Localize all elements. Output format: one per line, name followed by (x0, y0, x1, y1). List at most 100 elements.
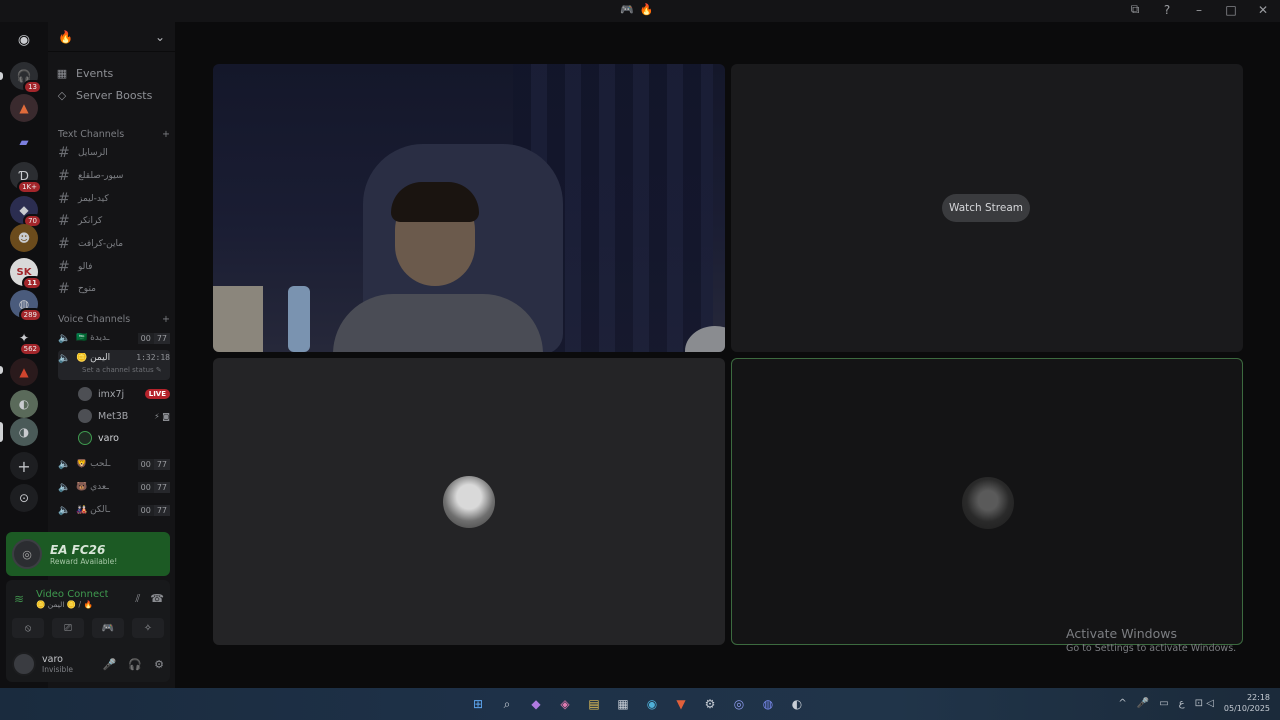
signal-icon[interactable]: ≋ (14, 592, 30, 606)
speaker-icon: 🔈 (58, 481, 71, 493)
voice-channel[interactable]: 🔈 🇸🇦 ـديدة 00 77 (58, 328, 170, 348)
avatar (443, 476, 495, 528)
voice-member[interactable]: imx7j LIVE (78, 384, 170, 404)
watch-stream-button[interactable]: Watch Stream (942, 194, 1030, 222)
copilot-icon[interactable]: ◆ (526, 694, 546, 714)
guild-header[interactable]: 🔥 ⌄ (48, 22, 175, 52)
server-icon[interactable]: 🎧 13 (10, 62, 42, 94)
settings-gear-icon[interactable]: ⚙ (154, 658, 164, 671)
server-icon[interactable]: ✦ 562 (10, 324, 42, 356)
help-icon[interactable]: ? (1158, 3, 1176, 17)
server-glyph: ▰ (19, 135, 29, 149)
server-icon[interactable]: SK 11 (10, 258, 42, 290)
camera-tile[interactable] (213, 64, 725, 352)
channel-status[interactable]: Set a channel status ✎ (82, 366, 162, 374)
clock[interactable]: 22:18 05/10/2025 (1224, 692, 1270, 714)
user-max: 77 (153, 332, 170, 344)
server-icon[interactable]: ▲ (10, 358, 38, 386)
channel-name: متوح (78, 284, 96, 294)
start-icon[interactable]: ⊞ (468, 694, 488, 714)
settings-icon[interactable]: ⚙ (700, 694, 720, 714)
stream-tile[interactable]: Watch Stream (731, 64, 1243, 352)
avatar (78, 431, 92, 445)
voice-member[interactable]: varo (78, 428, 170, 448)
store-icon[interactable]: ▦ (613, 694, 633, 714)
screen-share-button[interactable]: ⎚ (52, 618, 84, 638)
microphone-icon[interactable]: 🎤 (103, 658, 117, 671)
voice-channel[interactable]: 🔈 🐻 ـعدي 00 77 (58, 477, 170, 497)
display-tray-icon[interactable]: ▭ (1159, 698, 1168, 709)
user-count: 00 (137, 332, 154, 344)
participant-tile[interactable] (213, 358, 725, 645)
minimize-button[interactable]: – (1190, 3, 1208, 17)
discord-home-icon[interactable]: ◉ (10, 26, 38, 54)
mention-badge: 11 (22, 276, 42, 290)
user-max: 77 (153, 504, 170, 516)
text-channel[interactable]: # كيد-ليمز (58, 189, 168, 209)
connection-channel[interactable]: 🪙 اليمن 🪙 / 🔥 (36, 600, 108, 609)
text-channel[interactable]: # ماين-كرافت (58, 234, 168, 254)
voice-channels-category[interactable]: Voice Channels + (58, 314, 170, 325)
events-item[interactable]: ▦ Events (56, 63, 113, 83)
text-channel[interactable]: # فالو (58, 257, 168, 277)
text-channel[interactable]: # متوح (58, 279, 168, 299)
noise-suppression-icon[interactable]: ⫽ (135, 592, 140, 606)
server-icon[interactable]: ◍ 289 (10, 290, 42, 322)
text-channels-category[interactable]: Text Channels + (58, 129, 170, 140)
live-badge: LIVE (144, 389, 170, 399)
text-channel[interactable]: # كرانكر (58, 211, 168, 231)
unread-indicator (0, 366, 3, 374)
headphones-icon[interactable]: 🎧 (128, 658, 142, 671)
user-name: varo (42, 654, 63, 665)
connection-status[interactable]: Video Connected (36, 589, 108, 600)
activity-button[interactable]: 🎮 (92, 618, 124, 638)
person-hair (391, 182, 479, 222)
tray-overflow-icon[interactable]: ^ (1118, 698, 1126, 709)
clock-time: 22:18 (1246, 693, 1270, 702)
server-icon[interactable]: ◑ (10, 418, 38, 446)
plus-icon[interactable]: + (162, 314, 170, 325)
voice-channel[interactable]: 🔈 🎎 ـالكن 00 77 (58, 500, 170, 520)
app-icon[interactable]: ◐ (787, 694, 807, 714)
discover-icon[interactable]: ⊙ (10, 484, 38, 512)
discord-icon[interactable]: ◎ (729, 694, 749, 714)
edge-icon[interactable]: ◉ (642, 694, 662, 714)
text-channel[interactable]: # سيور-صلقلع (58, 166, 168, 186)
server-icon[interactable]: ▲ (10, 94, 38, 122)
text-channel[interactable]: # الرسايل (58, 143, 168, 163)
brave-icon[interactable]: ▼ (671, 694, 691, 714)
server-icon[interactable]: Ɗ 1K+ (10, 162, 42, 194)
user-limit: 00 77 (137, 458, 170, 470)
add-server-icon[interactable]: + (10, 452, 38, 480)
disconnect-icon[interactable]: ☎ (150, 592, 164, 606)
server-icon[interactable]: ☻ (10, 224, 38, 252)
voice-channel[interactable]: 🔈 🦁 ـلحب 00 77 (58, 454, 170, 474)
person-body (333, 294, 543, 352)
avatar[interactable] (12, 652, 36, 676)
camera-off-button[interactable]: ⦸ (12, 618, 44, 638)
hash-icon: # (58, 259, 70, 275)
maximize-button[interactable]: □ (1222, 3, 1240, 17)
file-explorer-icon[interactable]: ▤ (584, 694, 604, 714)
close-button[interactable]: ✕ (1254, 3, 1272, 17)
microphone-tray-icon[interactable]: 🎤 (1137, 698, 1149, 709)
activation-subtitle: Go to Settings to activate Windows. (1066, 643, 1237, 654)
active-voice-channel[interactable]: 🔈 🪙 اليمن 1:32:18 Set a channel status ✎ (58, 350, 170, 380)
network-volume-icon[interactable]: ⊡ ◁ (1195, 698, 1214, 709)
reward-banner[interactable]: ◎ EA FC26 Reward Available! (6, 532, 170, 576)
app-icon[interactable]: ◍ (758, 694, 778, 714)
channel-name: كرانكر (78, 216, 103, 226)
language-indicator[interactable]: ع (1179, 698, 1185, 709)
user-limit: 00 77 (137, 481, 170, 493)
soundboard-button[interactable]: ✧ (132, 618, 164, 638)
voice-member[interactable]: Met3B ⚡ ◙ (78, 406, 170, 426)
speaking-participant-tile[interactable] (731, 358, 1243, 645)
widget-icon[interactable]: ◈ (555, 694, 575, 714)
search-icon[interactable]: ⌕ (497, 694, 517, 714)
folder-icon[interactable]: ▰ (10, 128, 38, 156)
plus-icon[interactable]: + (162, 129, 170, 140)
server-icon[interactable]: ◐ (10, 390, 38, 418)
server-boosts-item[interactable]: ◇ Server Boosts (56, 85, 153, 105)
inbox-icon[interactable]: ⧉ (1126, 2, 1144, 17)
server-icon[interactable]: ◆ 70 (10, 196, 42, 228)
